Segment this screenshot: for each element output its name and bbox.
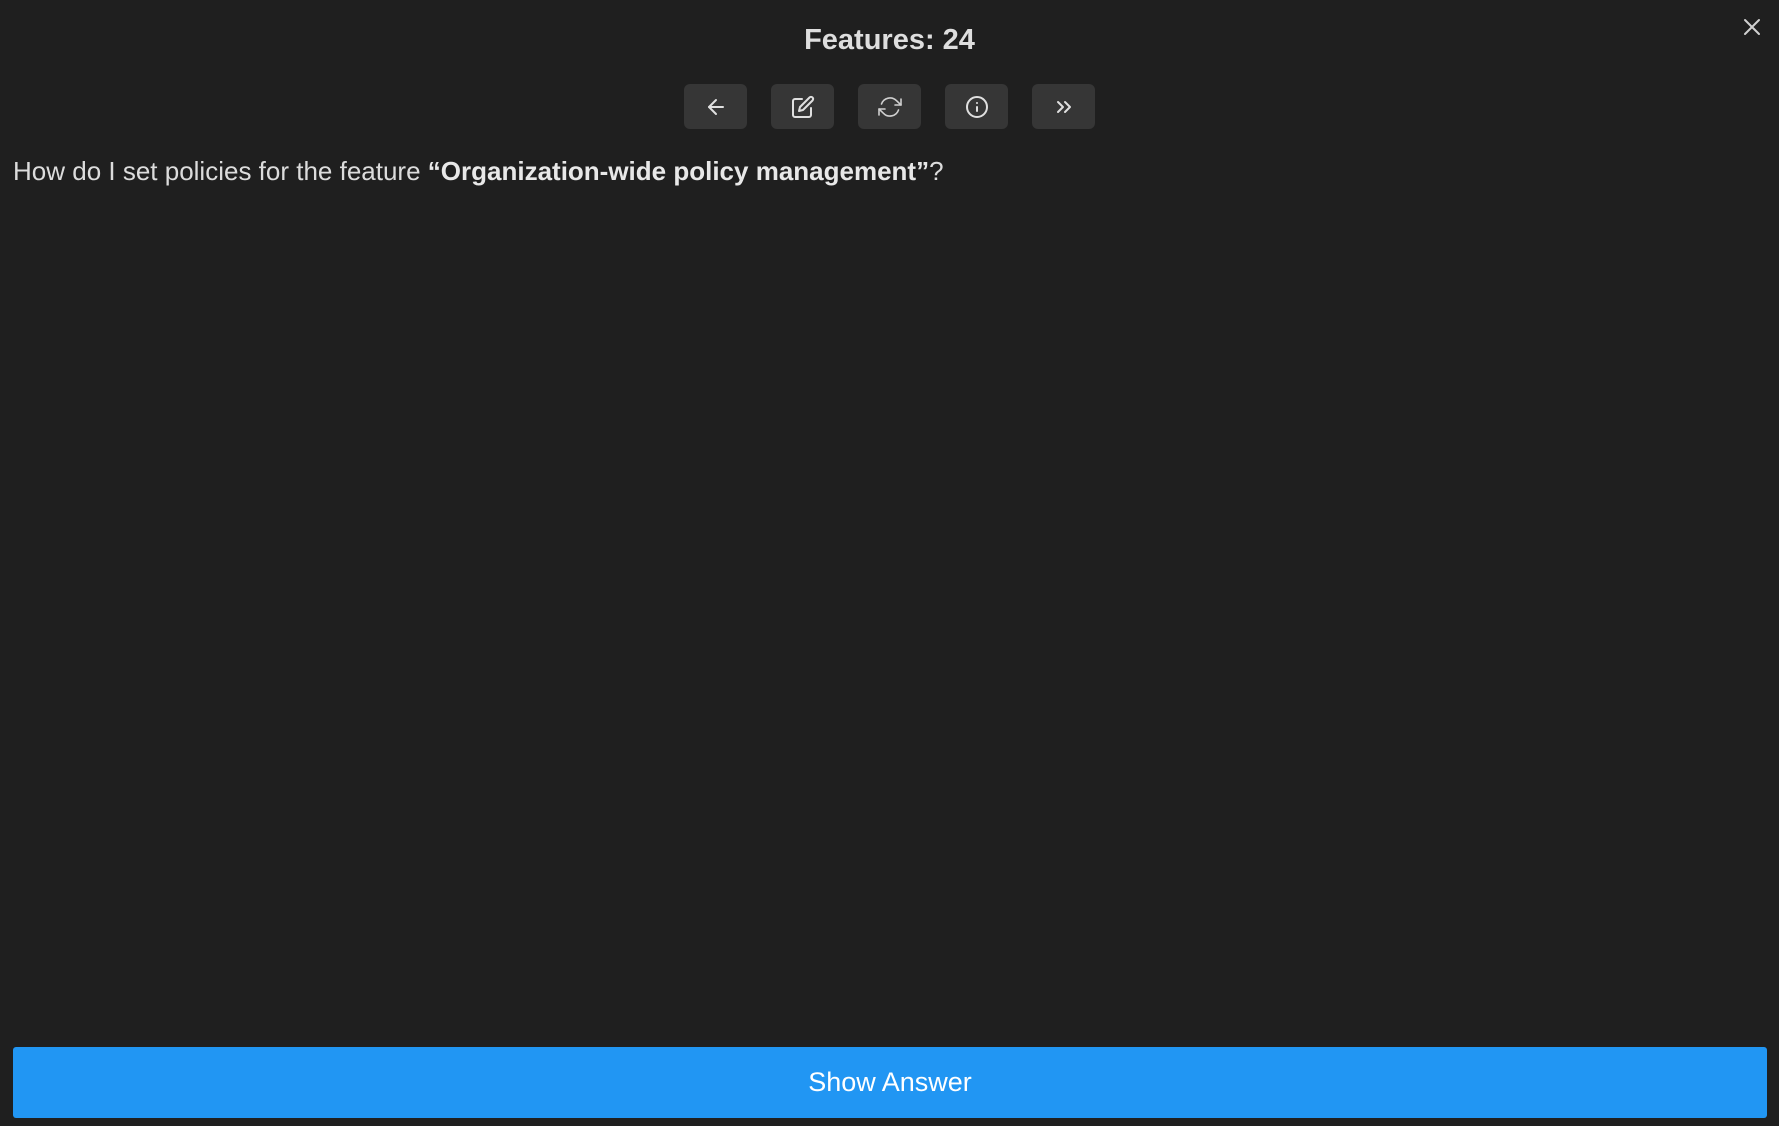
toolbar [0, 84, 1779, 129]
feature-name: “Organization-wide policy management” [427, 156, 930, 186]
info-button[interactable] [945, 84, 1008, 129]
back-button[interactable] [684, 84, 747, 129]
skip-button[interactable] [1032, 84, 1095, 129]
question-text: How do I set policies for the feature “O… [13, 156, 944, 187]
edit-icon [791, 95, 814, 118]
refresh-icon [877, 96, 902, 117]
refresh-button[interactable] [858, 84, 921, 129]
close-icon [1744, 19, 1760, 35]
question-prefix: How do I set policies for the feature [13, 156, 428, 186]
edit-button[interactable] [771, 84, 834, 129]
show-answer-button[interactable]: Show Answer [13, 1047, 1767, 1118]
close-button[interactable] [1739, 14, 1765, 40]
chevrons-right-icon [1056, 100, 1071, 113]
page-title: Features: 24 [804, 24, 975, 56]
arrow-left-icon [707, 98, 724, 115]
flashcard-view: Features: 24 How do I set policies for t… [0, 0, 1779, 1126]
question-suffix: ? [929, 156, 944, 186]
info-icon [965, 95, 988, 118]
